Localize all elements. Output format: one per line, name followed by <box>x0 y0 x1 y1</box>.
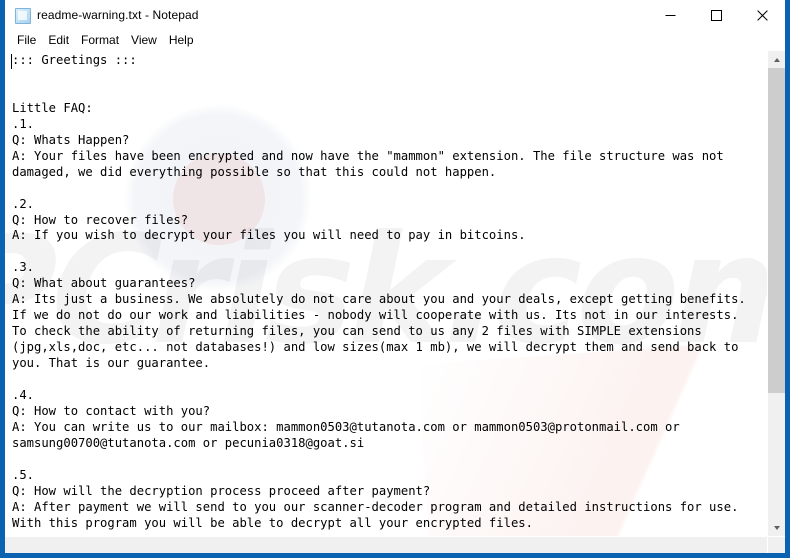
text-caret <box>11 54 12 69</box>
minimize-button[interactable] <box>647 0 693 30</box>
menu-item-format[interactable]: Format <box>75 31 125 50</box>
close-button[interactable] <box>739 0 785 30</box>
vertical-scroll-track[interactable] <box>768 68 785 519</box>
horizontal-scrollbar-row <box>5 536 785 553</box>
notepad-window: readme-warning.txt - Notepad File Edit F… <box>0 0 790 558</box>
scroll-down-icon[interactable] <box>768 519 785 536</box>
menu-item-help[interactable]: Help <box>163 31 200 50</box>
menu-bar: File Edit Format View Help <box>5 30 785 50</box>
menu-item-edit[interactable]: Edit <box>42 31 75 50</box>
window-controls <box>647 0 785 30</box>
ransom-note-text: ::: Greetings ::: Little FAQ: .1. Q: Wha… <box>12 53 746 530</box>
title-bar-left: readme-warning.txt - Notepad <box>5 0 647 30</box>
vertical-scroll-thumb[interactable] <box>768 68 785 393</box>
scrollbar-corner <box>767 536 785 553</box>
text-editor[interactable]: PCrisk.com ::: Greetings ::: Little FAQ:… <box>5 51 767 536</box>
horizontal-scrollbar[interactable] <box>5 536 767 553</box>
title-bar[interactable]: readme-warning.txt - Notepad <box>5 0 785 30</box>
window-title: readme-warning.txt - Notepad <box>37 8 199 22</box>
menu-item-view[interactable]: View <box>125 31 163 50</box>
menu-item-file[interactable]: File <box>11 31 42 50</box>
scroll-up-icon[interactable] <box>768 51 785 68</box>
maximize-button[interactable] <box>693 0 739 30</box>
notepad-icon <box>14 7 31 24</box>
editor-area: PCrisk.com ::: Greetings ::: Little FAQ:… <box>5 50 785 536</box>
vertical-scrollbar[interactable] <box>767 51 785 536</box>
